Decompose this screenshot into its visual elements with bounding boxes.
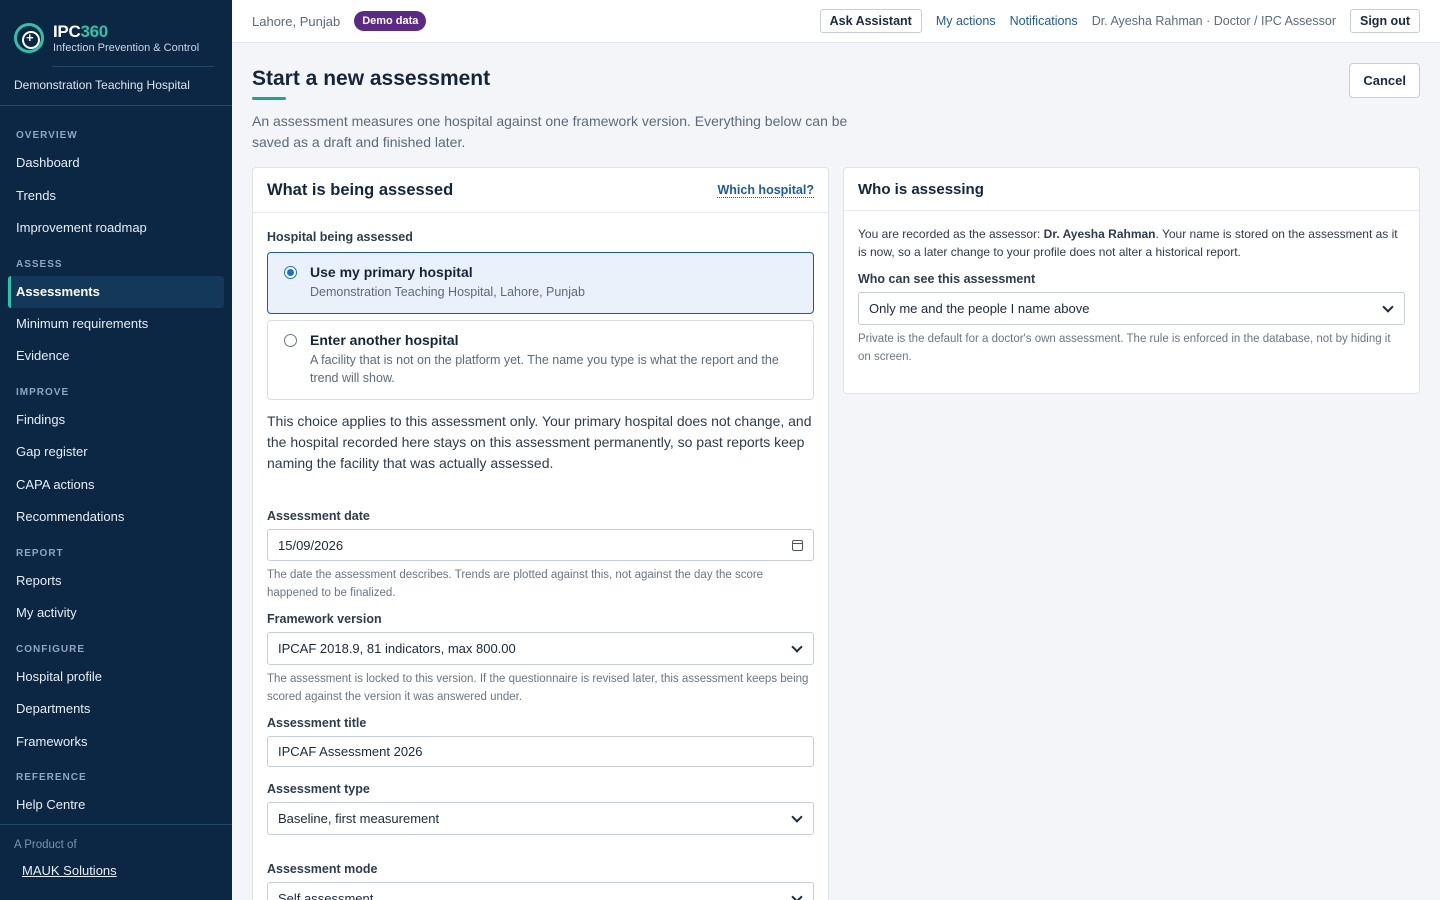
title-label: Assessment title	[267, 716, 367, 730]
location-text: Lahore, Punjab	[252, 13, 341, 29]
option-other-title: Enter another hospital	[310, 332, 459, 348]
option-primary-desc: Demonstration Teaching Hospital, Lahore,…	[310, 285, 585, 299]
chevron-down-icon	[791, 810, 803, 823]
option-other-hospital[interactable]: Enter another hospital A facility that i…	[267, 320, 814, 400]
user-info: Dr. Ayesha Rahman · Doctor / IPC Assesso…	[1091, 14, 1336, 28]
nav-section-assess: ASSESS	[16, 258, 63, 270]
sidebar-item-evidence[interactable]: Evidence	[0, 340, 232, 373]
footer-label: A Product of	[14, 839, 77, 851]
title-underline	[252, 97, 286, 100]
brand-name: IPC360	[53, 21, 108, 41]
sidebar-item-recommendations[interactable]: Recommendations	[0, 501, 232, 534]
other-hospital-radio[interactable]	[284, 334, 297, 347]
framework-value: IPCAF 2018.9, 81 indicators, max 800.00	[278, 641, 516, 656]
ask-assistant-button[interactable]: Ask Assistant	[819, 9, 922, 33]
sidebar-item-minimum-requirements[interactable]: Minimum requirements	[0, 308, 232, 341]
assessment-type-select[interactable]: Baseline, first measurement	[267, 802, 814, 835]
option-primary-title: Use my primary hospital	[310, 264, 473, 280]
sidebar-item-trends[interactable]: Trends	[0, 180, 232, 213]
assessed-card-header: What is being assessed Which hospital?	[253, 168, 828, 213]
sidebar-item-hospital-profile[interactable]: Hospital profile	[0, 661, 232, 694]
assessed-card: What is being assessed Which hospital? H…	[252, 167, 829, 900]
main-content: Start a new assessment An assessment mea…	[252, 43, 1420, 900]
date-label: Assessment date	[267, 509, 370, 523]
logo-icon: +	[14, 23, 44, 53]
assessed-card-body: Hospital being assessed Use my primary h…	[253, 230, 828, 900]
type-label: Assessment type	[267, 782, 370, 796]
assessment-title-input[interactable]: IPCAF Assessment 2026	[267, 736, 814, 767]
mauk-solutions-link[interactable]: MAUK Solutions	[22, 863, 117, 878]
mode-value: Self assessment	[278, 891, 374, 900]
date-value: 15/09/2026	[278, 537, 344, 553]
topbar: Lahore, Punjab Demo data Ask Assistant M…	[232, 0, 1440, 43]
brand-tagline: Infection Prevention & Control	[53, 41, 200, 54]
page-title: Start a new assessment	[252, 67, 491, 90]
sidebar-item-findings[interactable]: Findings	[0, 404, 232, 437]
assessor-text: You are recorded as the assessor: Dr. Ay…	[858, 227, 1398, 259]
which-hospital-link[interactable]: Which hospital?	[717, 183, 814, 198]
sidebar-item-my-activity[interactable]: My activity	[0, 597, 232, 630]
nav-section-overview: OVERVIEW	[16, 130, 78, 141]
page-intro: An assessment measures one hospital agai…	[252, 113, 848, 150]
hospital-label: Hospital being assessed	[267, 230, 413, 244]
nav-section-improve: IMPROVE	[16, 386, 70, 398]
sidebar-item-improvement-roadmap[interactable]: Improvement roadmap	[0, 212, 232, 245]
choice-note: This choice applies to this assessment o…	[267, 413, 812, 471]
mode-label: Assessment mode	[267, 862, 378, 876]
assessment-mode-select[interactable]: Self assessment	[267, 882, 814, 900]
framework-help: The assessment is locked to this version…	[267, 673, 809, 703]
demo-data-badge: Demo data	[354, 11, 427, 31]
sidebar-footer: A Product of MAUK Solutions	[0, 824, 232, 894]
visibility-select[interactable]: Only me and the people I name above	[858, 292, 1405, 325]
assessment-date-input[interactable]: 15/09/2026	[267, 529, 814, 561]
nav-section-configure: CONFIGURE	[16, 643, 85, 655]
nav-section-report: REPORT	[16, 547, 64, 559]
sidebar: + IPC360 Infection Prevention & Control …	[0, 0, 232, 900]
option-other-desc: A facility that is not on the platform y…	[310, 353, 779, 385]
chevron-down-icon	[791, 640, 803, 653]
assessor-card: Who is assessing You are recorded as the…	[843, 167, 1420, 394]
sidebar-item-capa-actions[interactable]: CAPA actions	[0, 469, 232, 502]
type-value: Baseline, first measurement	[278, 811, 440, 826]
chevron-down-icon	[791, 890, 803, 900]
assessor-card-body: You are recorded as the assessor: Dr. Ay…	[844, 225, 1419, 366]
framework-label: Framework version	[267, 612, 382, 626]
notifications-link[interactable]: Notifications	[1010, 14, 1078, 28]
sidebar-item-reports[interactable]: Reports	[0, 565, 232, 598]
sidebar-item-assessments[interactable]: Assessments	[8, 275, 224, 308]
sidebar-item-gap-register[interactable]: Gap register	[0, 436, 232, 469]
sidebar-nav: OVERVIEW Dashboard Trends Improvement roadm…	[0, 106, 232, 822]
assessor-card-header: Who is assessing	[844, 168, 1419, 211]
visibility-help: Private is the default for a doctor's ow…	[858, 333, 1391, 363]
assessor-name: Dr. Ayesha Rahman	[1043, 227, 1156, 241]
title-value: IPCAF Assessment 2026	[278, 744, 423, 759]
assessed-card-title: What is being assessed	[267, 180, 454, 199]
visibility-value: Only me and the people I name above	[869, 301, 1090, 316]
option-primary-hospital[interactable]: Use my primary hospital Demonstration Te…	[267, 252, 814, 314]
brand[interactable]: + IPC360 Infection Prevention & Control	[0, 0, 232, 62]
framework-select[interactable]: IPCAF 2018.9, 81 indicators, max 800.00	[267, 632, 814, 665]
sidebar-item-frameworks[interactable]: Frameworks	[0, 726, 232, 759]
visibility-label: Who can see this assessment	[858, 272, 1036, 286]
sidebar-item-departments[interactable]: Departments	[0, 693, 232, 726]
date-help: The date the assessment describes. Trend…	[267, 569, 764, 599]
calendar-icon[interactable]	[792, 539, 803, 551]
nav-section-reference: REFERENCE	[16, 772, 87, 783]
my-actions-link[interactable]: My actions	[936, 14, 996, 28]
sidebar-item-help-centre[interactable]: Help Centre	[0, 789, 232, 822]
sidebar-item-dashboard[interactable]: Dashboard	[0, 147, 232, 180]
org-name: Demonstration Teaching Hospital	[0, 67, 232, 106]
assessor-card-title: Who is assessing	[858, 180, 984, 198]
primary-hospital-radio[interactable]	[284, 266, 297, 279]
cancel-button[interactable]: Cancel	[1349, 63, 1420, 98]
sign-out-button[interactable]: Sign out	[1350, 9, 1420, 33]
chevron-down-icon	[1382, 300, 1394, 313]
